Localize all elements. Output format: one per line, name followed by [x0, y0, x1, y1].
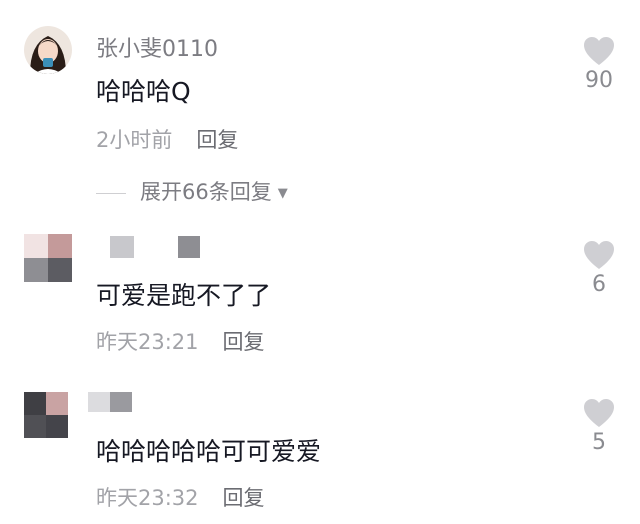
comment-meta: 2小时前 回复	[96, 124, 238, 154]
heart-icon	[584, 399, 614, 427]
comment-item: 张小斐0110 哈哈哈Q 2小时前 回复 展开66条回复 ▼ 90	[0, 0, 640, 210]
heart-icon	[584, 241, 614, 269]
username-obscured[interactable]	[88, 392, 110, 412]
like-count: 6	[592, 272, 606, 297]
comment-meta: 昨天23:21 回复	[96, 326, 265, 356]
avatar-image	[24, 392, 68, 438]
heart-icon	[584, 37, 614, 65]
comment-item: 可爱是跑不了了 昨天23:21 回复 6	[0, 210, 640, 370]
reply-button[interactable]: 回复	[223, 330, 265, 354]
comment-text: 可爱是跑不了了	[96, 281, 272, 310]
like-button[interactable]: 90	[578, 36, 620, 93]
timestamp: 昨天23:32	[96, 486, 199, 510]
avatar-image	[24, 26, 72, 74]
username-obscured	[110, 392, 132, 412]
triangle-down-icon: ▼	[277, 185, 288, 201]
comment-meta: 昨天23:32 回复	[96, 482, 265, 512]
like-count: 90	[585, 68, 613, 93]
avatar[interactable]	[24, 26, 72, 74]
timestamp: 昨天23:21	[96, 330, 199, 354]
avatar-image	[24, 234, 72, 282]
like-button[interactable]: 6	[578, 240, 620, 297]
avatar[interactable]	[24, 392, 68, 438]
comment-text: 哈哈哈哈哈可可爱爱	[96, 437, 322, 466]
expand-replies-label: 展开66条回复	[140, 180, 272, 204]
username[interactable]: 张小斐0110	[96, 31, 218, 63]
avatar[interactable]	[24, 234, 72, 282]
username-obscured[interactable]	[110, 236, 134, 258]
divider-line	[96, 192, 126, 194]
timestamp: 2小时前	[96, 128, 173, 152]
like-button[interactable]: 5	[578, 398, 620, 455]
comment-text: 哈哈哈Q	[96, 77, 191, 106]
username-obscured	[178, 236, 200, 258]
like-count: 5	[592, 430, 606, 455]
comment-item: 哈哈哈哈哈可可爱爱 昨天23:32 回复 5	[0, 370, 640, 524]
reply-button[interactable]: 回复	[196, 128, 238, 152]
expand-replies-button[interactable]: 展开66条回复 ▼	[96, 176, 288, 206]
reply-button[interactable]: 回复	[223, 486, 265, 510]
